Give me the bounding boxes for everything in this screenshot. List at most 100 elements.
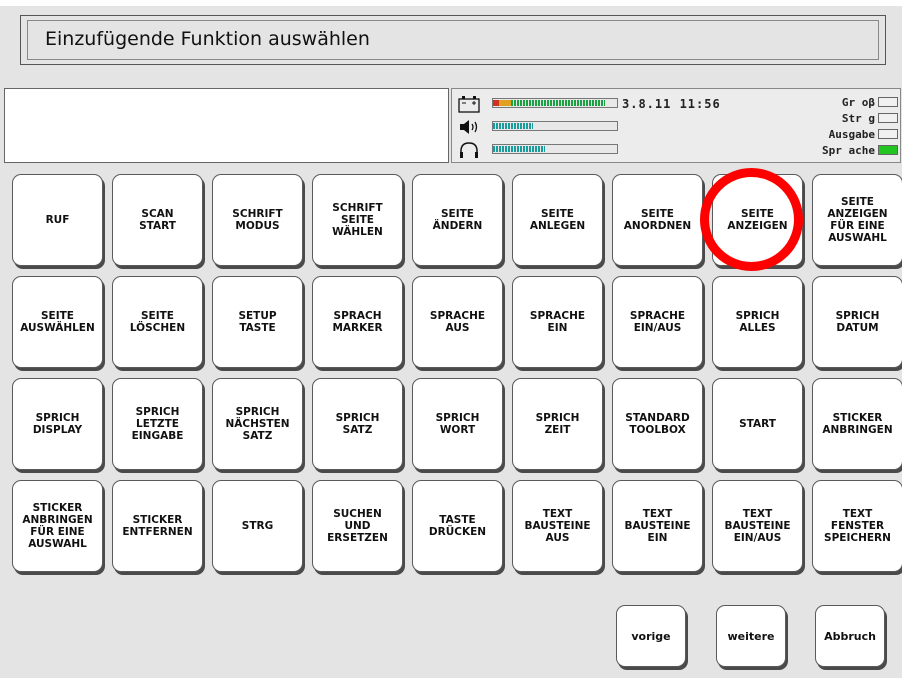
indicator-lamp bbox=[878, 145, 898, 155]
key-label: SPRACH MARKER bbox=[332, 310, 383, 334]
key-schrift-seite-wählen[interactable]: SCHRIFT SEITE WÄHLEN bbox=[312, 174, 403, 266]
key-sprich-nächsten-satz[interactable]: SPRICH NÄCHSTEN SATZ bbox=[212, 378, 303, 470]
indicator-ausgabe: Ausgabe bbox=[829, 127, 898, 141]
status-datetime: 3.8.11 11:56 bbox=[622, 97, 721, 111]
headphones-icon bbox=[458, 141, 480, 159]
key-label: SPRICH NÄCHSTEN SATZ bbox=[225, 406, 290, 442]
key-label: STICKER ENTFERNEN bbox=[122, 514, 193, 538]
key-label: TEXT BAUSTEINE EIN/AUS bbox=[724, 508, 791, 544]
key-label: RUF bbox=[45, 214, 70, 226]
key-label: SEITE AUSWÄHLEN bbox=[20, 310, 95, 334]
key-label: SEITE ANZEIGEN FÜR EINE AUSWAHL bbox=[827, 196, 888, 244]
next-page-label: weitere bbox=[727, 629, 775, 643]
headphone-level bbox=[493, 146, 545, 152]
key-label: SEITE ANLEGEN bbox=[529, 208, 586, 232]
key-label: SEITE ÄNDERN bbox=[432, 208, 483, 232]
key-sticker-entfernen[interactable]: STICKER ENTFERNEN bbox=[112, 480, 203, 572]
indicator-label: Gr oβ bbox=[841, 95, 875, 109]
key-seite-anlegen[interactable]: SEITE ANLEGEN bbox=[512, 174, 603, 266]
indicator-gross: Gr oβ bbox=[842, 95, 898, 109]
key-text-bausteine-ein[interactable]: TEXT BAUSTEINE EIN bbox=[612, 480, 703, 572]
key-label: SPRICH DISPLAY bbox=[32, 412, 83, 436]
key-sprich-alles[interactable]: SPRICH ALLES bbox=[712, 276, 803, 368]
key-label: SCHRIFT SEITE WÄHLEN bbox=[332, 202, 383, 238]
volume-level bbox=[493, 123, 533, 129]
cancel-label: Abbruch bbox=[824, 629, 876, 643]
key-seite-anzeigen-für-eine-auswahl[interactable]: SEITE ANZEIGEN FÜR EINE AUSWAHL bbox=[812, 174, 902, 266]
key-label: SPRACHE EIN/AUS bbox=[629, 310, 686, 334]
key-strg[interactable]: STRG bbox=[212, 480, 303, 572]
battery-level bbox=[493, 100, 605, 106]
message-display[interactable] bbox=[4, 88, 449, 163]
key-sprich-wort[interactable]: SPRICH WORT bbox=[412, 378, 503, 470]
key-label: SUCHEN UND ERSETZEN bbox=[327, 508, 388, 544]
indicator-lamp bbox=[878, 129, 898, 139]
key-sprache-ein-aus[interactable]: SPRACHE EIN/AUS bbox=[612, 276, 703, 368]
key-schrift-modus[interactable]: SCHRIFT MODUS bbox=[212, 174, 303, 266]
key-sticker-anbringen[interactable]: STICKER ANBRINGEN bbox=[812, 378, 902, 470]
indicator-sprache: Spr ache bbox=[822, 143, 898, 157]
dialog-title: Einzufügende Funktion auswählen bbox=[45, 28, 370, 50]
key-sprich-zeit[interactable]: SPRICH ZEIT bbox=[512, 378, 603, 470]
headphone-meter bbox=[492, 144, 618, 154]
previous-page-button[interactable]: vorige bbox=[616, 605, 686, 667]
key-label: STICKER ANBRINGEN FÜR EINE AUSWAHL bbox=[22, 502, 93, 550]
key-ruf[interactable]: RUF bbox=[12, 174, 103, 266]
key-sprich-letzte-eingabe[interactable]: SPRICH LETZTE EINGABE bbox=[112, 378, 203, 470]
key-text-bausteine-ein-aus[interactable]: TEXT BAUSTEINE EIN/AUS bbox=[712, 480, 803, 572]
key-start[interactable]: START bbox=[712, 378, 803, 470]
volume-meter bbox=[492, 121, 618, 131]
key-label: SEITE LÖSCHEN bbox=[129, 310, 186, 334]
key-label: SPRICH WORT bbox=[435, 412, 480, 436]
key-label: SCHRIFT MODUS bbox=[232, 208, 283, 232]
status-panel: 3.8.11 11:56 Gr oβ Str g Ausgabe Spr ach… bbox=[451, 88, 901, 163]
key-sprach-marker[interactable]: SPRACH MARKER bbox=[312, 276, 403, 368]
key-label: SPRICH SATZ bbox=[335, 412, 380, 436]
key-label: SPRACHE EIN bbox=[529, 310, 586, 334]
cancel-button[interactable]: Abbruch bbox=[815, 605, 885, 667]
key-sticker-anbringen-für-eine-auswahl[interactable]: STICKER ANBRINGEN FÜR EINE AUSWAHL bbox=[12, 480, 103, 572]
key-standard-toolbox[interactable]: STANDARD TOOLBOX bbox=[612, 378, 703, 470]
indicator-lamp bbox=[878, 97, 898, 107]
key-seite-anzeigen[interactable]: SEITE ANZEIGEN bbox=[712, 174, 803, 266]
next-page-button[interactable]: weitere bbox=[716, 605, 786, 667]
dialog-title-bar: Einzufügende Funktion auswählen bbox=[20, 15, 886, 65]
key-label: SEITE ANORDNEN bbox=[623, 208, 692, 232]
key-text-fenster-speichern[interactable]: TEXT FENSTER SPEICHERN bbox=[812, 480, 902, 572]
key-text-bausteine-aus[interactable]: TEXT BAUSTEINE AUS bbox=[512, 480, 603, 572]
key-scan-start[interactable]: SCAN START bbox=[112, 174, 203, 266]
key-label: SCAN START bbox=[139, 208, 176, 232]
key-seite-anordnen[interactable]: SEITE ANORDNEN bbox=[612, 174, 703, 266]
battery-icon bbox=[458, 95, 480, 113]
key-label: TEXT BAUSTEINE EIN bbox=[624, 508, 691, 544]
indicator-label: Str g bbox=[841, 111, 875, 125]
indicator-strg: Str g bbox=[842, 111, 898, 125]
key-sprich-display[interactable]: SPRICH DISPLAY bbox=[12, 378, 103, 470]
key-label: TEXT BAUSTEINE AUS bbox=[524, 508, 591, 544]
key-seite-ändern[interactable]: SEITE ÄNDERN bbox=[412, 174, 503, 266]
key-label: TEXT FENSTER SPEICHERN bbox=[824, 508, 891, 544]
key-label: START bbox=[739, 418, 776, 430]
indicator-label: Ausgabe bbox=[828, 127, 875, 141]
key-label: SPRICH ALLES bbox=[735, 310, 780, 334]
key-sprache-ein[interactable]: SPRACHE EIN bbox=[512, 276, 603, 368]
key-setup-taste[interactable]: SETUP TASTE bbox=[212, 276, 303, 368]
key-label: SPRICH ZEIT bbox=[535, 412, 580, 436]
key-sprich-datum[interactable]: SPRICH DATUM bbox=[812, 276, 902, 368]
key-label: SPRICH DATUM bbox=[835, 310, 880, 334]
key-label: SEITE ANZEIGEN bbox=[727, 208, 788, 232]
battery-meter bbox=[492, 98, 618, 108]
key-label: STRG bbox=[241, 520, 274, 532]
key-seite-auswählen[interactable]: SEITE AUSWÄHLEN bbox=[12, 276, 103, 368]
key-sprache-aus[interactable]: SPRACHE AUS bbox=[412, 276, 503, 368]
key-label: SPRACHE AUS bbox=[429, 310, 486, 334]
key-label: TASTE DRÜCKEN bbox=[428, 514, 487, 538]
key-taste-drücken[interactable]: TASTE DRÜCKEN bbox=[412, 480, 503, 572]
key-label: STANDARD TOOLBOX bbox=[625, 412, 690, 436]
key-seite-löschen[interactable]: SEITE LÖSCHEN bbox=[112, 276, 203, 368]
key-label: SETUP TASTE bbox=[238, 310, 277, 334]
key-sprich-satz[interactable]: SPRICH SATZ bbox=[312, 378, 403, 470]
key-suchen-und-ersetzen[interactable]: SUCHEN UND ERSETZEN bbox=[312, 480, 403, 572]
speaker-icon bbox=[458, 118, 480, 136]
indicator-label: Spr ache bbox=[822, 143, 875, 157]
